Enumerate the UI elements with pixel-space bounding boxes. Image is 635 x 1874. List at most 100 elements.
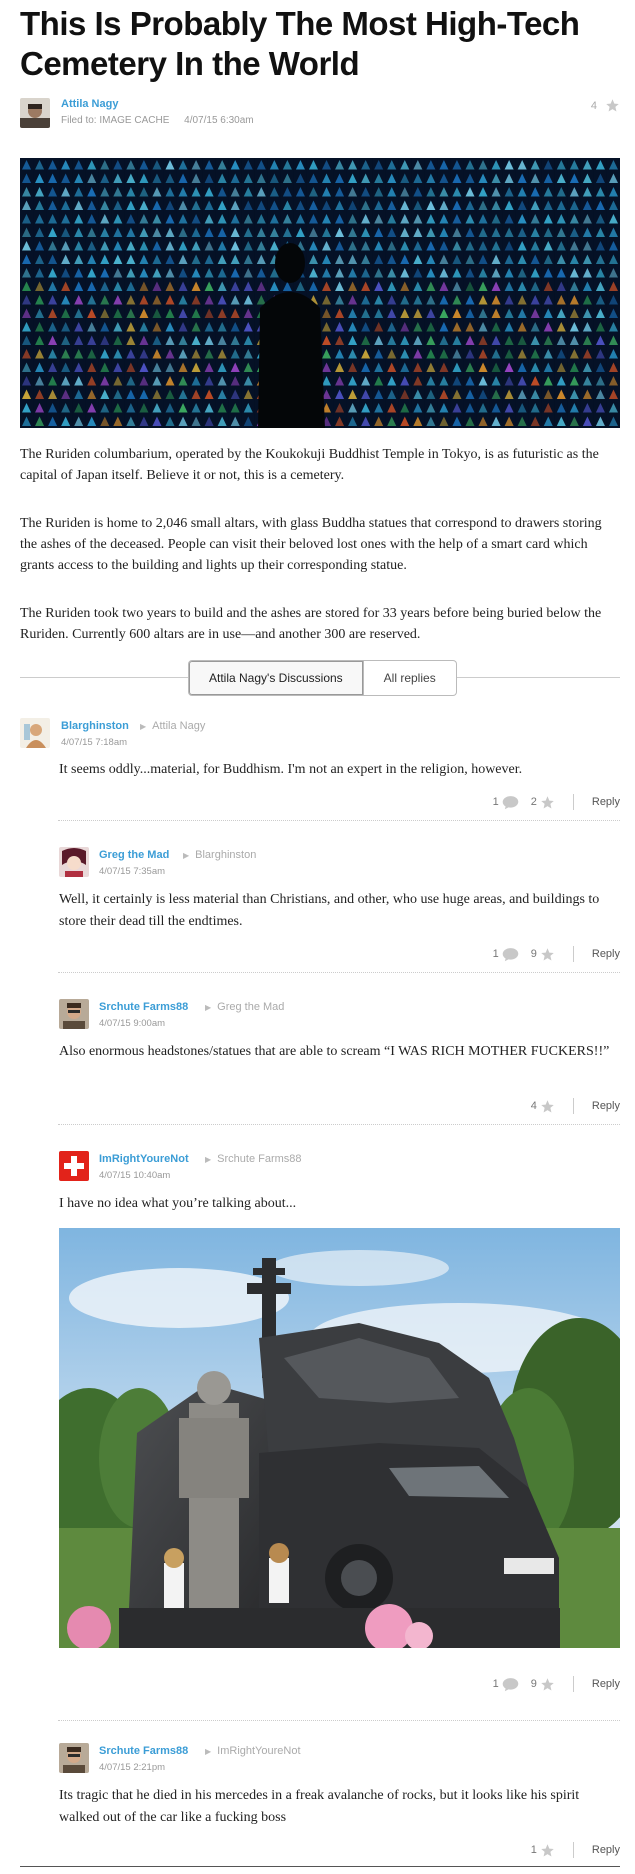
star-count: 4	[530, 1100, 537, 1112]
comment-text: Also enormous headstones/statues that ar…	[59, 1044, 610, 1059]
action-separator	[572, 946, 574, 962]
reply-to[interactable]: ▶ Greg the Mad	[205, 1001, 284, 1013]
caret-right-icon: ▶	[140, 721, 147, 731]
article-paragraph: The Ruriden is home to 2,046 small altar…	[20, 516, 602, 573]
article-paragraph: The Ruriden took two years to build and …	[20, 606, 602, 642]
reply-count: 1	[492, 796, 499, 808]
publish-date: 4/07/15 6:30am	[184, 115, 254, 126]
comment-divider	[58, 820, 620, 821]
commenter-avatar[interactable]	[59, 1151, 89, 1181]
reply-button[interactable]: Reply	[592, 1678, 620, 1690]
comment-actions: 1 9 Reply	[481, 1674, 620, 1694]
comment-divider	[58, 1720, 620, 1721]
comment-time[interactable]: 4/07/15 10:40am	[99, 1170, 170, 1181]
reply-count-button[interactable]: 1	[493, 795, 519, 810]
discussion-tabs: Attila Nagy's Discussions All replies	[20, 660, 620, 696]
tab-all-replies[interactable]: All replies	[363, 660, 457, 696]
star-icon	[540, 1099, 555, 1114]
reply-button[interactable]: Reply	[592, 1100, 620, 1112]
hero-image	[20, 158, 620, 428]
article-title: This Is Probably The Most High-Tech Ceme…	[20, 5, 580, 82]
comment-time[interactable]: 4/07/15 9:00am	[99, 1018, 165, 1029]
comment-actions: 1 9 Reply	[481, 944, 620, 964]
star-button[interactable]: 9	[531, 947, 555, 962]
speech-bubble-icon	[502, 1677, 519, 1692]
comment-time[interactable]: 4/07/15 7:18am	[61, 737, 127, 748]
author-link[interactable]: Attila Nagy	[61, 98, 118, 110]
comment-actions: 1 2 Reply	[481, 792, 620, 812]
comment-author[interactable]: Blarghinston	[61, 720, 129, 732]
filed-to[interactable]: Filed to: IMAGE CACHE	[61, 115, 169, 126]
star-button[interactable]: 2	[531, 795, 555, 810]
comment-actions: 4 Reply	[519, 1096, 620, 1116]
comment-text: Its tragic that he died in his mercedes …	[59, 1788, 580, 1825]
star-icon	[540, 795, 555, 810]
commenter-avatar[interactable]	[59, 847, 89, 877]
reply-count-button[interactable]: 1	[493, 947, 519, 962]
comment: Greg the Mad ▶ Blarghinston 4/07/15 7:35…	[20, 847, 620, 967]
reply-to[interactable]: ▶ Srchute Farms88	[205, 1153, 302, 1165]
article-paragraph: The Ruriden columbarium, operated by the…	[20, 447, 599, 483]
star-count: 9	[530, 948, 537, 960]
star-icon	[540, 947, 555, 962]
reply-to[interactable]: ▶ ImRightYoureNot	[205, 1745, 301, 1757]
speech-bubble-icon	[502, 947, 519, 962]
reply-to[interactable]: ▶ Attila Nagy	[140, 720, 205, 732]
author-avatar[interactable]	[20, 98, 50, 128]
comment-text: It seems oddly...material, for Buddhism.…	[59, 762, 523, 777]
caret-right-icon: ▶	[205, 1002, 212, 1012]
caret-right-icon: ▶	[205, 1746, 212, 1756]
action-separator	[572, 794, 574, 810]
reply-to-name: ImRightYoureNot	[217, 1745, 301, 1757]
comment-photo[interactable]	[59, 1228, 620, 1648]
comment-author[interactable]: Srchute Farms88	[99, 1001, 188, 1013]
commenter-avatar[interactable]	[59, 999, 89, 1029]
comment-time[interactable]: 4/07/15 2:21pm	[99, 1762, 165, 1773]
reply-count-button[interactable]: 1	[493, 1677, 519, 1692]
article-star-count: 4	[590, 99, 597, 112]
commenter-avatar[interactable]	[20, 718, 50, 748]
commenter-avatar[interactable]	[59, 1743, 89, 1773]
star-icon	[605, 98, 620, 113]
article-meta: Filed to: IMAGE CACHE 4/07/15 6:30am	[61, 115, 254, 126]
reply-to-name: Attila Nagy	[152, 720, 206, 732]
star-button[interactable]: 1	[531, 1843, 555, 1858]
comment-divider	[58, 1124, 620, 1125]
action-separator	[572, 1842, 574, 1858]
comment-author[interactable]: Greg the Mad	[99, 849, 169, 861]
star-count: 9	[530, 1678, 537, 1690]
comment-author[interactable]: ImRightYoureNot	[99, 1153, 189, 1165]
comment-author[interactable]: Srchute Farms88	[99, 1745, 188, 1757]
comment-text: Well, it certainly is less material than…	[59, 892, 600, 929]
star-icon	[540, 1677, 555, 1692]
reply-button[interactable]: Reply	[592, 796, 620, 808]
reply-to[interactable]: ▶ Blarghinston	[183, 849, 256, 861]
reply-count: 1	[492, 948, 499, 960]
comment-time[interactable]: 4/07/15 7:35am	[99, 866, 165, 877]
star-count: 1	[530, 1844, 537, 1856]
action-separator	[572, 1098, 574, 1114]
star-button[interactable]: 9	[531, 1677, 555, 1692]
reply-button[interactable]: Reply	[592, 948, 620, 960]
comment-text: I have no idea what you’re talking about…	[59, 1196, 297, 1211]
reply-to-name: Blarghinston	[195, 849, 257, 861]
star-button[interactable]: 4	[531, 1099, 555, 1114]
reply-button[interactable]: Reply	[592, 1844, 620, 1856]
reply-to-name: Greg the Mad	[217, 1001, 285, 1013]
reply-count: 1	[492, 1678, 499, 1690]
star-count: 2	[530, 796, 537, 808]
comment: Blarghinston ▶ Attila Nagy 4/07/15 7:18a…	[20, 718, 620, 818]
caret-right-icon: ▶	[183, 850, 190, 860]
tab-author-discussions[interactable]: Attila Nagy's Discussions	[188, 660, 364, 696]
bottom-divider	[20, 1866, 620, 1867]
caret-right-icon: ▶	[205, 1154, 212, 1164]
action-separator	[572, 1676, 574, 1692]
comment: Srchute Farms88 ▶ ImRightYoureNot 4/07/1…	[20, 1743, 620, 1863]
star-icon	[540, 1843, 555, 1858]
reply-to-name: Srchute Farms88	[217, 1153, 302, 1165]
comment-actions: 1 Reply	[519, 1840, 620, 1860]
article-star-button[interactable]: 4	[591, 98, 620, 113]
speech-bubble-icon	[502, 795, 519, 810]
comment-divider	[58, 972, 620, 973]
article-byline: Attila Nagy Filed to: IMAGE CACHE 4/07/1…	[20, 98, 620, 128]
